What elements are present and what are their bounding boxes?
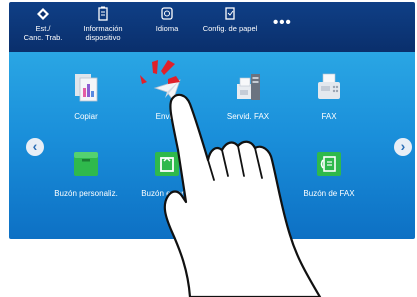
tap-burst-icon: [140, 60, 180, 84]
pointing-hand-icon: [163, 93, 322, 297]
tap-gesture-illustration: [140, 60, 322, 297]
